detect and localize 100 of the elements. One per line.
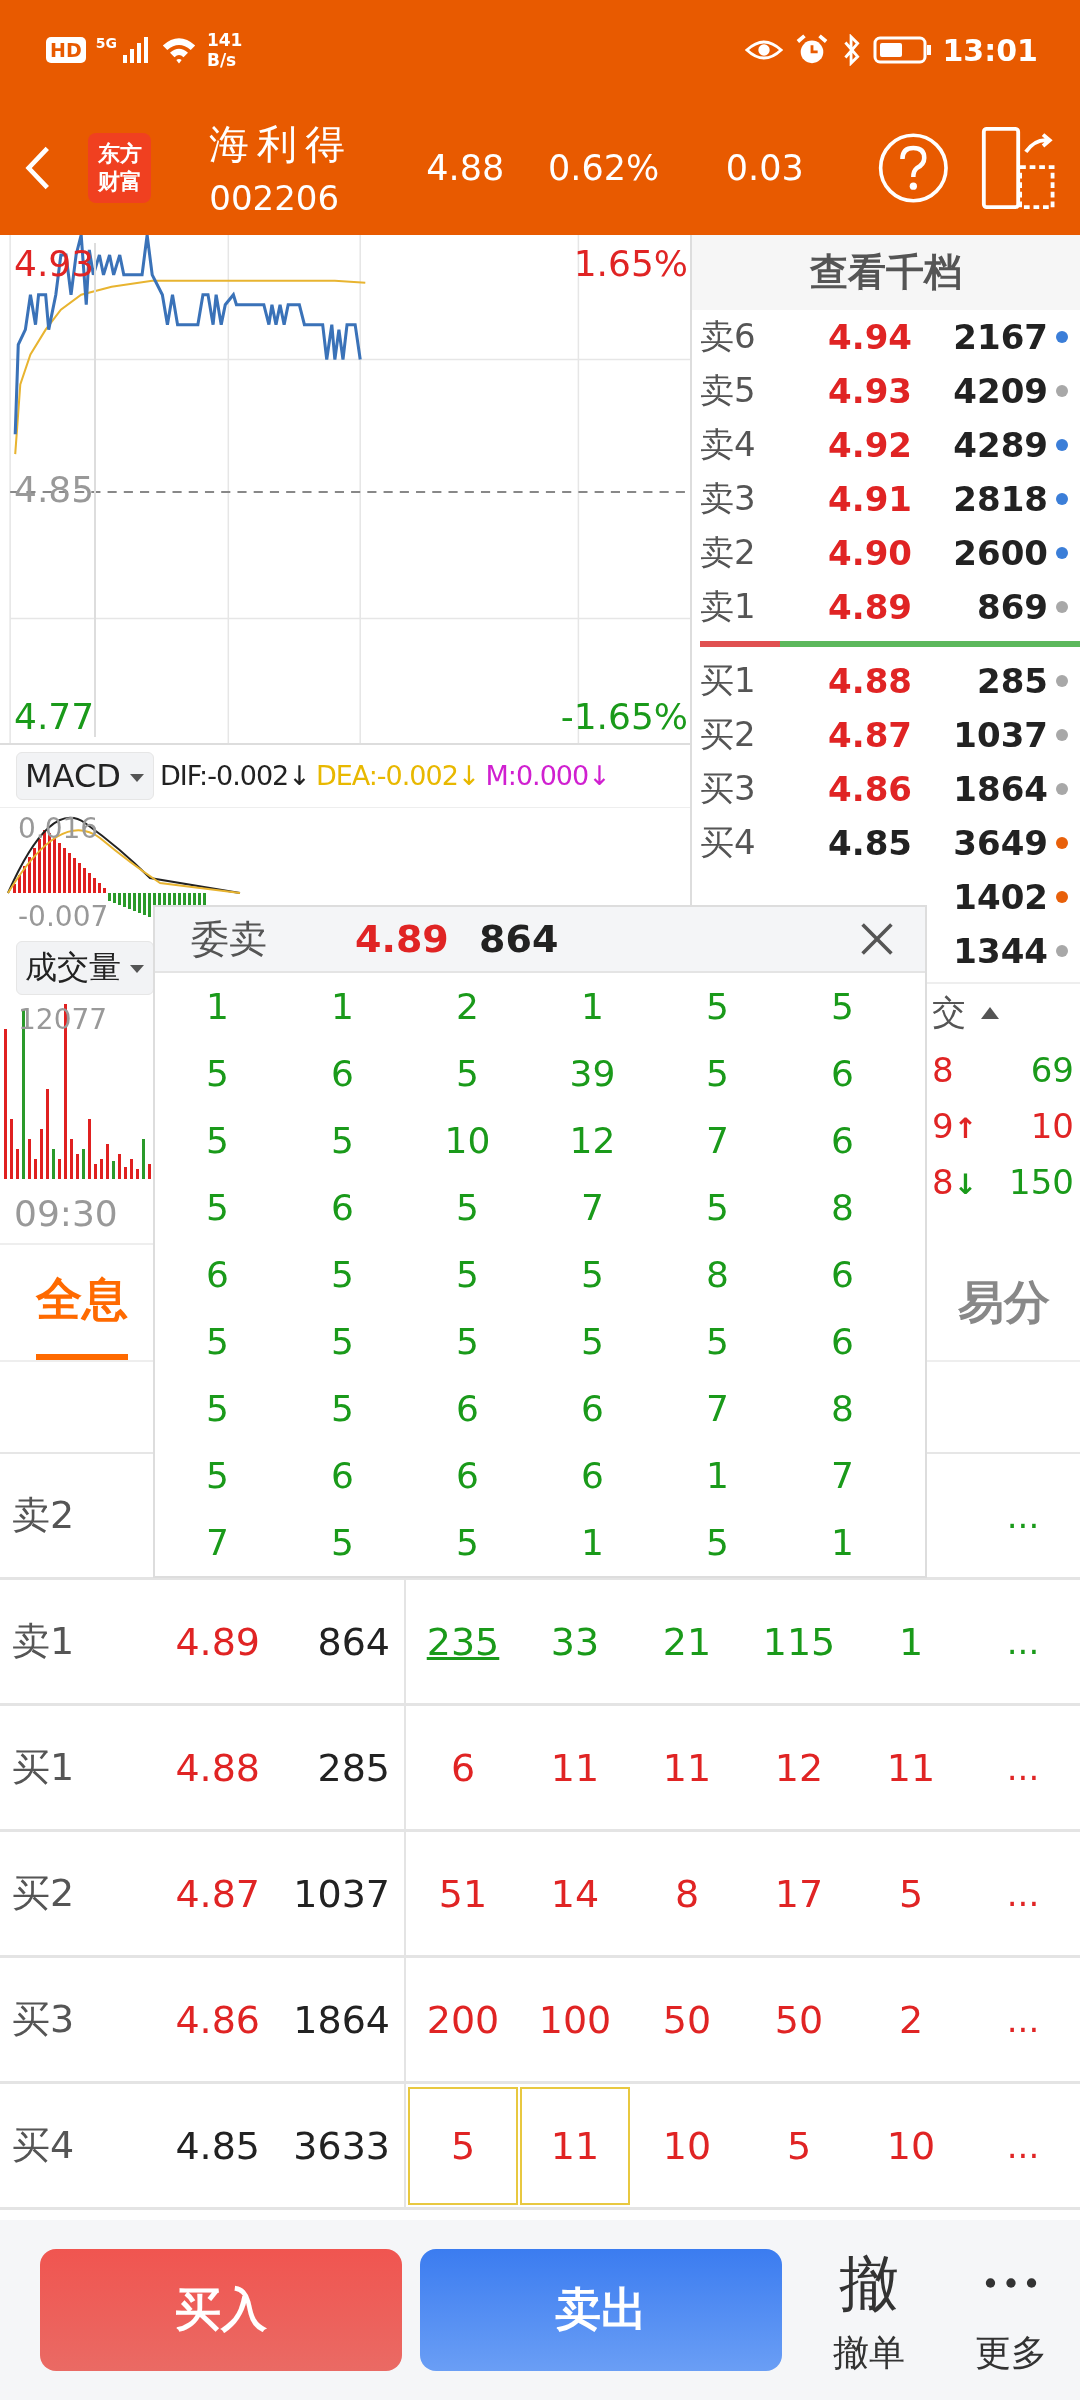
trades-title[interactable]: 交 — [932, 990, 966, 1036]
network-label: 5G — [95, 35, 117, 51]
order-size-cell[interactable]: 10 — [632, 2086, 742, 2205]
queue-order-size: 6 — [830, 1253, 855, 1297]
tab[interactable]: 易分 — [958, 1245, 1050, 1360]
level-volume: 1864 — [293, 1997, 390, 2042]
queue-order-size: 5 — [205, 1320, 230, 1364]
order-size-cell[interactable]: 51 — [408, 1834, 518, 1953]
level-volume: 869 — [976, 587, 1048, 627]
level-label: 买3 — [11, 1996, 76, 2043]
queue-order-size: 5 — [705, 1521, 730, 1565]
queue-order-size: 6 — [455, 1387, 480, 1431]
percent-max-label: 1.65% — [573, 243, 688, 284]
indicator-selector[interactable]: 成交量 — [16, 941, 154, 996]
queue-order-size: 2 — [455, 985, 480, 1029]
buy-button[interactable]: 买入 — [40, 2249, 402, 2371]
queue-order-size: 5 — [455, 1052, 480, 1096]
order-size-cell[interactable]: 33 — [520, 1582, 630, 1701]
order-size-cell[interactable]: 115 — [744, 1582, 854, 1701]
order-size-cell[interactable]: 11 — [632, 1708, 742, 1827]
popup-price: 4.89 — [355, 917, 450, 961]
queue-order-size: 7 — [830, 1454, 855, 1498]
cancel-glyph[interactable]: 撤 — [839, 2242, 899, 2323]
order-size-cell[interactable]: 50 — [744, 1960, 854, 2079]
level-volume: 4209 — [952, 371, 1048, 411]
order-size-cell[interactable]: 5 — [408, 2086, 518, 2205]
order-book-header[interactable]: 查看千档 — [692, 235, 1080, 310]
cancel-label[interactable]: 撤单 — [833, 2328, 905, 2378]
stock-price: 4.88 — [426, 147, 506, 188]
queue-order-size: 5 — [455, 1253, 480, 1297]
wifi-icon — [160, 36, 197, 64]
more-link[interactable]: ... — [966, 1747, 1080, 1788]
tab[interactable]: 全息 — [36, 1245, 128, 1360]
order-size-cell[interactable]: 12 — [744, 1708, 854, 1827]
order-size-cell[interactable]: 14 — [520, 1834, 630, 1953]
more-link[interactable]: ... — [966, 1873, 1080, 1914]
trade-direction: ↑ — [953, 1112, 978, 1145]
order-size-cell[interactable]: 11 — [520, 1708, 630, 1827]
time-axis-label: 09:30 — [14, 1192, 118, 1234]
more-link[interactable]: ... — [966, 1621, 1080, 1662]
trade-price: 8 — [932, 1050, 954, 1090]
order-size-cell[interactable]: 200 — [408, 1960, 518, 2079]
order-size-cell[interactable]: 21 — [632, 1582, 742, 1701]
sell-button[interactable]: 卖出 — [420, 2249, 782, 2371]
percent-min-label: -1.65% — [560, 696, 688, 737]
order-size-cell[interactable]: 6 — [408, 1708, 518, 1827]
queue-order-size: 5 — [330, 1387, 355, 1431]
order-size-cell[interactable]: 100 — [520, 1960, 630, 2079]
more-link[interactable]: ... — [966, 1999, 1080, 2040]
queue-order-size: 12 — [568, 1119, 617, 1163]
more-link[interactable]: ... — [966, 2125, 1080, 2166]
level-price: 4.85 — [175, 2123, 260, 2168]
close-icon[interactable] — [859, 921, 895, 957]
queue-order-size: 6 — [830, 1320, 855, 1364]
queue-order-size: 6 — [830, 1119, 855, 1163]
queue-order-size: 8 — [830, 1387, 855, 1431]
level-price: 4.88 — [827, 661, 912, 701]
price-base-label: 4.85 — [14, 469, 95, 511]
queue-order-size: 5 — [330, 1119, 355, 1163]
app-logo: 东方 财富 — [87, 132, 152, 203]
queue-order-size: 8 — [830, 1186, 855, 1230]
queue-order-size: 5 — [455, 1521, 480, 1565]
more-icon[interactable] — [983, 2275, 1039, 2290]
order-size-cell[interactable]: 50 — [632, 1960, 742, 2079]
order-size-cell[interactable]: 10 — [856, 2086, 966, 2205]
order-size-cell[interactable]: 11 — [520, 2086, 630, 2205]
queue-order-size: 5 — [330, 1521, 355, 1565]
hd-badge: HD — [46, 37, 86, 63]
order-size-cell[interactable]: 17 — [744, 1834, 854, 1953]
order-size-cell[interactable]: 8 — [632, 1834, 742, 1953]
queue-order-size: 7 — [705, 1119, 730, 1163]
speed-unit: B/s — [206, 50, 238, 70]
queue-order-size: 1 — [330, 985, 355, 1029]
more-label[interactable]: 更多 — [975, 2328, 1047, 2378]
queue-order-size: 1 — [580, 1521, 605, 1565]
trade-price: 8 — [932, 1162, 954, 1202]
caret-icon — [128, 772, 145, 783]
order-size-cell[interactable]: 5 — [744, 2086, 854, 2205]
level-volume: 1037 — [952, 715, 1048, 755]
level-volume: 1037 — [293, 1871, 390, 1916]
order-size-cell[interactable]: 5 — [856, 1834, 966, 1953]
level-volume: 285 — [317, 1745, 390, 1790]
trade-price: 9 — [932, 1106, 954, 1146]
order-size-cell[interactable]: 235 — [408, 1582, 518, 1701]
level-label: 卖2 — [700, 531, 757, 574]
order-size-cell[interactable]: 1 — [856, 1582, 966, 1701]
queue-order-size: 10 — [443, 1119, 492, 1163]
sort-up-icon[interactable] — [980, 1006, 1000, 1020]
order-size-cell[interactable]: 2 — [856, 1960, 966, 2079]
queue-order-size: 8 — [705, 1253, 730, 1297]
queue-order-size: 5 — [205, 1387, 230, 1431]
macd-min-label: -0.007 — [18, 900, 109, 934]
indicator-selector[interactable]: MACD — [16, 751, 154, 800]
queue-order-size: 39 — [568, 1052, 617, 1096]
queue-order-size: 7 — [705, 1387, 730, 1431]
popup-volume: 864 — [479, 917, 560, 961]
queue-order-size: 6 — [830, 1052, 855, 1096]
order-size-cell[interactable]: 11 — [856, 1708, 966, 1827]
more-link[interactable]: ... — [966, 1495, 1080, 1536]
queue-order-size: 5 — [205, 1454, 230, 1498]
